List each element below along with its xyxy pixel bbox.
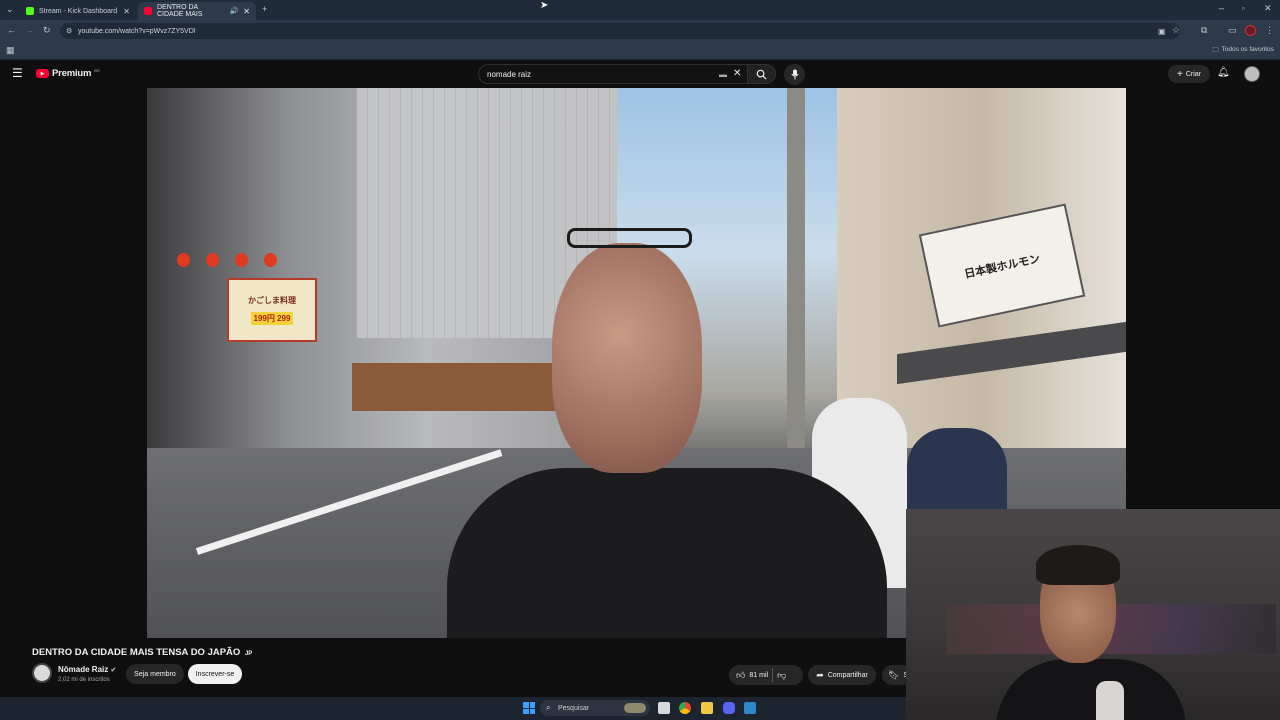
- presenter-body: [447, 468, 887, 638]
- utility-pole: [787, 88, 805, 448]
- search-input[interactable]: nomade raiz ▬ ✕: [478, 64, 748, 84]
- mouse-cursor-icon: ➤: [540, 0, 549, 11]
- logo-text: Premium: [52, 68, 92, 79]
- restaurant-sign: かごしま料理 199円 299: [227, 278, 317, 342]
- microphone-icon: [790, 69, 799, 80]
- channel-name-text: Nômade Raiz: [58, 665, 109, 674]
- all-bookmarks-button[interactable]: 🗀 Todos os favoritos: [1212, 46, 1274, 57]
- taskbar-search-input[interactable]: ⌕ Pesquisar: [540, 700, 650, 716]
- search-icon: [756, 69, 767, 80]
- like-dislike-group: 👍︎ 81 mil 👎︎: [729, 665, 803, 685]
- speaker-icon[interactable]: 🔊: [230, 7, 239, 15]
- tab-youtube-video[interactable]: DENTRO DA CIDADE MAIS 🔊 ✕: [138, 2, 256, 20]
- japan-flag-text: JP: [244, 651, 253, 657]
- subscriber-count: 2,02 mi de inscritos: [58, 677, 110, 683]
- keyboard-icon[interactable]: ▬: [719, 70, 727, 79]
- all-bookmarks-label: Todos os favoritos: [1221, 46, 1274, 53]
- channel-avatar[interactable]: [32, 663, 52, 683]
- forward-icon[interactable]: →: [25, 26, 34, 35]
- video-title: DENTRO DA CIDADE MAIS TENSA DO JAPÃO JP: [32, 647, 252, 658]
- site-info-icon[interactable]: ⚙: [66, 27, 72, 36]
- dislike-icon[interactable]: 👎︎: [777, 670, 786, 681]
- wooden-storefront: [352, 363, 557, 411]
- webcam-overlay: [906, 509, 1280, 720]
- presenter-head: [552, 243, 702, 473]
- taskbar-search-icon: ⌕: [546, 703, 551, 712]
- cast-icon[interactable]: ▭: [1228, 26, 1237, 35]
- share-label: Compartilhar: [827, 671, 868, 679]
- streamer-hair: [1036, 545, 1120, 585]
- close-window-icon[interactable]: ✕: [1264, 4, 1272, 13]
- search-highlight-icon: [624, 703, 646, 713]
- channel-name[interactable]: Nômade Raiz ✔: [58, 665, 116, 674]
- join-membership-button[interactable]: Seja membro: [126, 664, 184, 684]
- account-avatar[interactable]: [1244, 66, 1260, 82]
- youtube-logo[interactable]: ▶ Premium BR: [36, 68, 100, 79]
- clear-search-icon[interactable]: ✕: [733, 68, 741, 79]
- hamburger-menu-icon[interactable]: ☰: [12, 67, 23, 79]
- minimize-icon[interactable]: –: [1219, 4, 1224, 13]
- plus-icon: +: [1176, 68, 1183, 80]
- youtube-header: ☰ ▶ Premium BR nomade raiz ▬ ✕ + Criar 🔔…: [0, 60, 1280, 88]
- voice-search-button[interactable]: [784, 64, 805, 85]
- close-tab-icon[interactable]: ✕: [243, 7, 250, 16]
- taskbar-search-placeholder: Pesquisar: [558, 704, 590, 712]
- bookmark-star-icon[interactable]: ☆: [1172, 26, 1180, 35]
- install-app-icon[interactable]: ▣: [1158, 27, 1166, 36]
- search-query: nomade raiz: [487, 69, 532, 79]
- share-button[interactable]: ➦ Compartilhar: [808, 665, 876, 685]
- kick-favicon-icon: [26, 7, 34, 15]
- app-taskbar-icon[interactable]: [744, 702, 756, 714]
- price-sign-text: 199円 299: [250, 312, 294, 325]
- task-view-icon[interactable]: [658, 702, 670, 714]
- discord-icon[interactable]: [723, 702, 735, 714]
- tab-title: DENTRO DA CIDADE MAIS: [157, 4, 203, 18]
- menu-dots-icon[interactable]: ⋮: [1265, 26, 1274, 35]
- red-lanterns: [177, 253, 287, 269]
- streamer-body: [996, 659, 1186, 720]
- like-divider: [772, 668, 774, 682]
- address-bar-row: ← → ↻ ⚙ youtube.com/watch?v=pWvz7ZY5VDI …: [0, 20, 1280, 42]
- chrome-taskbar-icon[interactable]: [679, 702, 691, 714]
- reload-icon[interactable]: ↻: [43, 26, 51, 35]
- windows-start-icon[interactable]: [523, 702, 535, 714]
- tab-kick-dashboard[interactable]: Stream - Kick Dashboard ✕: [20, 2, 136, 20]
- file-explorer-icon[interactable]: [701, 702, 713, 714]
- tab-title: Stream - Kick Dashboard: [39, 7, 118, 15]
- create-label: Criar: [1185, 70, 1201, 78]
- bookmarks-bar: ▦ 🗀 Todos os favoritos: [0, 42, 1280, 60]
- tab-search-icon[interactable]: ⌄: [6, 5, 14, 14]
- hormone-sign-text: 日本製ホルモン: [963, 252, 1042, 281]
- subscribe-button[interactable]: Inscrever-se: [188, 664, 242, 684]
- like-icon[interactable]: 👍︎: [736, 670, 745, 681]
- create-button[interactable]: + Criar: [1168, 65, 1210, 83]
- video-title-text: DENTRO DA CIDADE MAIS TENSA DO JAPÃO: [32, 647, 241, 658]
- windows-taskbar: ⌕ Pesquisar: [0, 697, 906, 720]
- youtube-favicon-icon: [144, 7, 152, 15]
- bookmark-icon: 🔖︎: [888, 669, 900, 680]
- url-input[interactable]: ⚙ youtube.com/watch?v=pWvz7ZY5VDI ▣ ☆: [60, 23, 1180, 39]
- maximize-icon[interactable]: ▫: [1242, 4, 1245, 13]
- profile-avatar[interactable]: [1245, 25, 1256, 36]
- sunglasses: [567, 228, 692, 248]
- back-icon[interactable]: ←: [7, 26, 16, 35]
- folder-icon: 🗀: [1212, 47, 1219, 54]
- verified-check-icon: ✔: [110, 667, 117, 674]
- apps-grid-icon[interactable]: ▦: [6, 46, 15, 55]
- browser-tab-bar: ⌄ Stream - Kick Dashboard ✕ DENTRO DA CI…: [0, 0, 1280, 20]
- notifications-bell-icon[interactable]: 🔔︎: [1217, 67, 1230, 78]
- new-tab-icon[interactable]: +: [262, 5, 267, 14]
- extensions-icon[interactable]: ⧉: [1201, 26, 1207, 35]
- restaurant-sign-text: かごしま料理: [248, 296, 296, 305]
- search-button[interactable]: [748, 64, 776, 84]
- share-arrow-icon: ➦: [816, 669, 824, 680]
- url-text: youtube.com/watch?v=pWvz7ZY5VDI: [78, 27, 196, 35]
- close-tab-icon[interactable]: ✕: [123, 7, 130, 16]
- youtube-play-icon: ▶: [36, 69, 49, 78]
- logo-country: BR: [94, 68, 100, 73]
- like-count[interactable]: 81 mil: [749, 672, 768, 679]
- streamer-microphone: [1096, 681, 1124, 720]
